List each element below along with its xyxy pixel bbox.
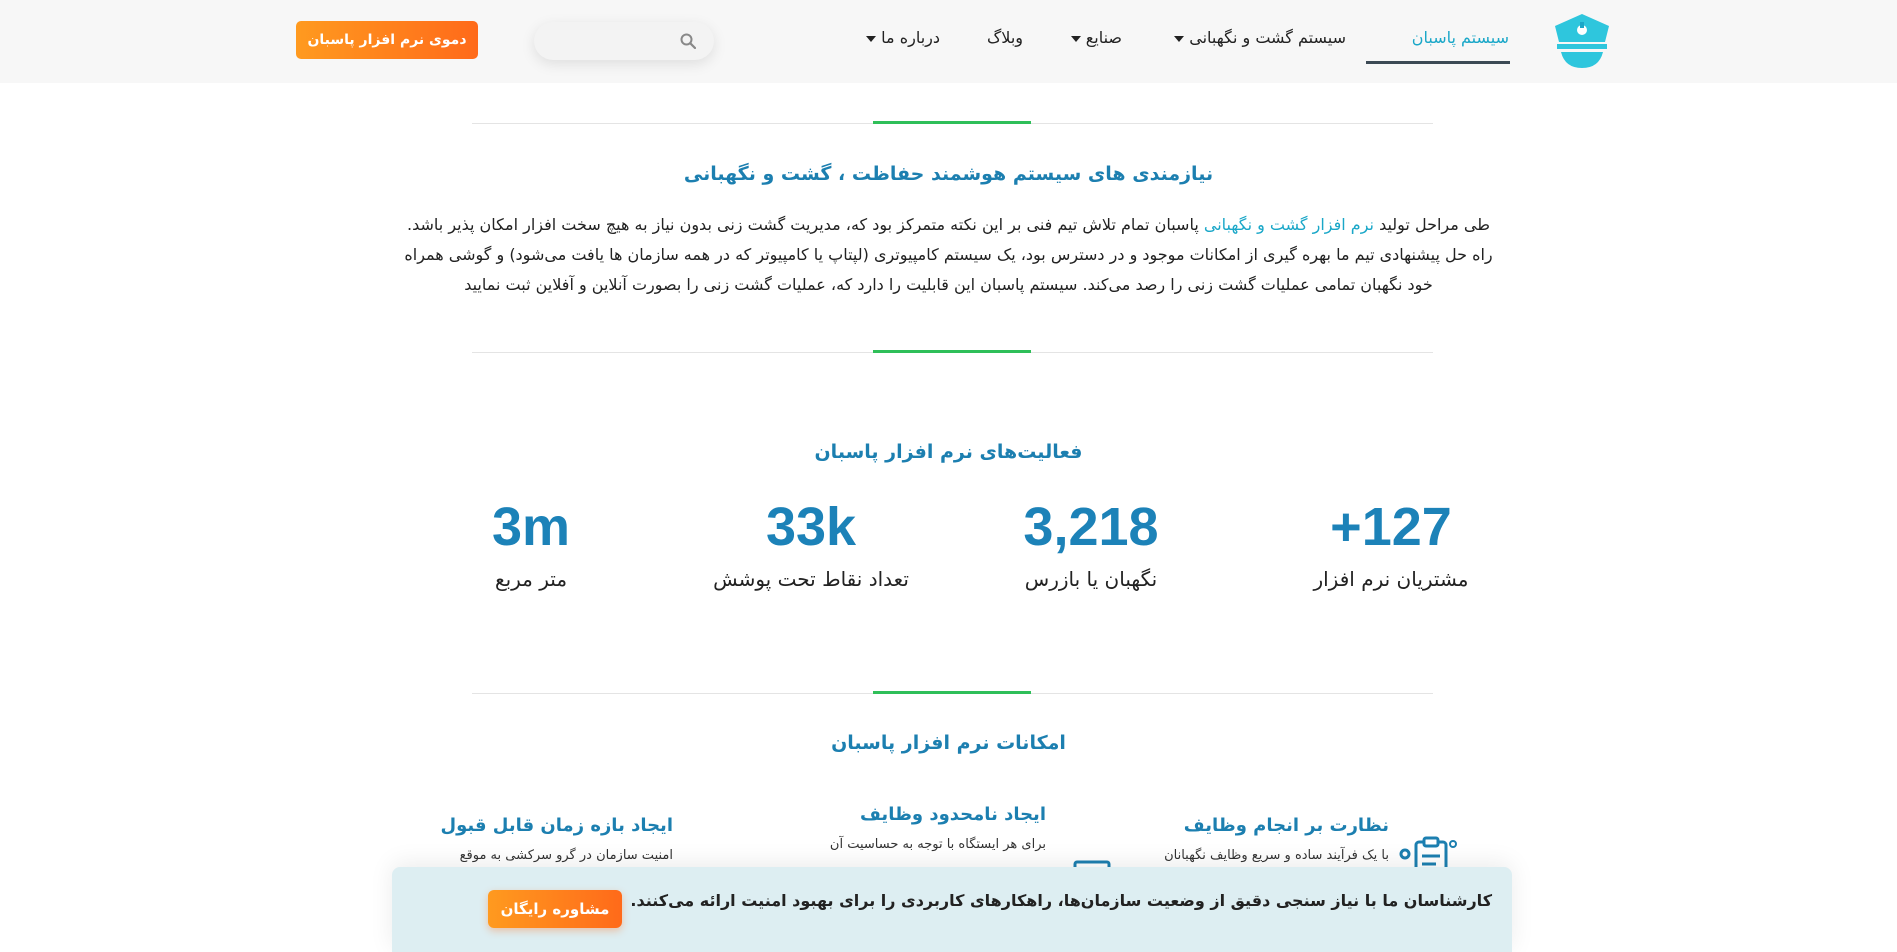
- banner-text: کارشناسان ما با نیاز سنجی دقیق از وضعیت …: [630, 891, 1492, 910]
- nav-item-blog[interactable]: وبلاگ: [987, 28, 1023, 47]
- stat-value: 33k: [765, 497, 857, 557]
- feature-item: ایجاد نامحدود وظایف برای هر ایستگاه با ت…: [706, 804, 1046, 852]
- stat-label: تعداد نقاط تحت پوشش: [713, 567, 909, 591]
- nav-active-indicator: [1366, 61, 1510, 64]
- stat-value: 3,218: [1023, 497, 1159, 557]
- stat-item: 3,218 نگهبان یا بازرس: [971, 497, 1211, 591]
- section-divider-accent: [873, 121, 1031, 124]
- chevron-down-icon: [1174, 35, 1185, 42]
- stat-item: 33k تعداد نقاط تحت پوشش: [691, 497, 931, 591]
- feature-description: برای هر ایستگاه با توجه به حساسیت آن: [829, 837, 1046, 852]
- patrol-software-link[interactable]: نرم افزار گشت و نگهبانی: [1204, 215, 1374, 234]
- stat-value: +127: [1330, 497, 1452, 557]
- search-icon[interactable]: [680, 33, 696, 49]
- intro-title: نیازمندی های سیستم هوشمند حفاظت ، گشت و …: [683, 163, 1214, 185]
- site-header: سیستم پاسبان سیستم گشت و نگهبانی صنایع و…: [0, 0, 1897, 83]
- nav-item-patrol-system[interactable]: سیستم گشت و نگهبانی: [1168, 28, 1346, 47]
- nav-item-pasban-system[interactable]: سیستم پاسبان: [1412, 28, 1509, 47]
- feature-title: نظارت بر انجام وظایف: [1183, 815, 1389, 836]
- feature-item: نظارت بر انجام وظایف با یک فرآیند ساده و…: [1049, 815, 1389, 863]
- search-input[interactable]: [534, 22, 714, 60]
- feature-item: ایجاد بازه زمان قابل قبول امنیت سازمان د…: [333, 815, 673, 863]
- stat-label: مشتریان نرم افزار: [1313, 567, 1469, 591]
- consultation-banner: کارشناسان ما با نیاز سنجی دقیق از وضعیت …: [392, 867, 1512, 952]
- police-cap-icon[interactable]: [1551, 12, 1613, 70]
- intro-paragraph: طی مراحل تولید نرم افزار گشت و نگهبانی پ…: [404, 215, 1493, 294]
- feature-title: ایجاد نامحدود وظایف: [860, 804, 1046, 825]
- nav-item-about[interactable]: درباره ما: [860, 28, 940, 47]
- stat-item: +127 مشتریان نرم افزار: [1271, 497, 1511, 591]
- stat-label: متر مربع: [494, 567, 568, 591]
- stat-value: 3m: [491, 497, 571, 557]
- section-divider-accent: [873, 350, 1031, 353]
- free-consultation-button[interactable]: مشاوره رایگان: [488, 890, 622, 928]
- feature-description: امنیت سازمان در گرو سرکشی به موقع: [459, 848, 673, 863]
- demo-button[interactable]: دموی نرم افزار پاسبان: [296, 21, 478, 59]
- nav-item-industries[interactable]: صنایع: [1065, 28, 1122, 47]
- stat-label: نگهبان یا بازرس: [1024, 567, 1158, 591]
- chevron-down-icon: [1070, 35, 1081, 42]
- stat-item: 3m متر مربع: [411, 497, 651, 591]
- feature-title: ایجاد بازه زمان قابل قبول: [440, 815, 673, 836]
- chevron-down-icon: [866, 35, 877, 42]
- stats-title: فعالیت‌های نرم افزار پاسبان: [814, 441, 1083, 463]
- features-title: امکانات نرم افزار پاسبان: [831, 732, 1066, 754]
- section-divider-accent: [873, 691, 1031, 694]
